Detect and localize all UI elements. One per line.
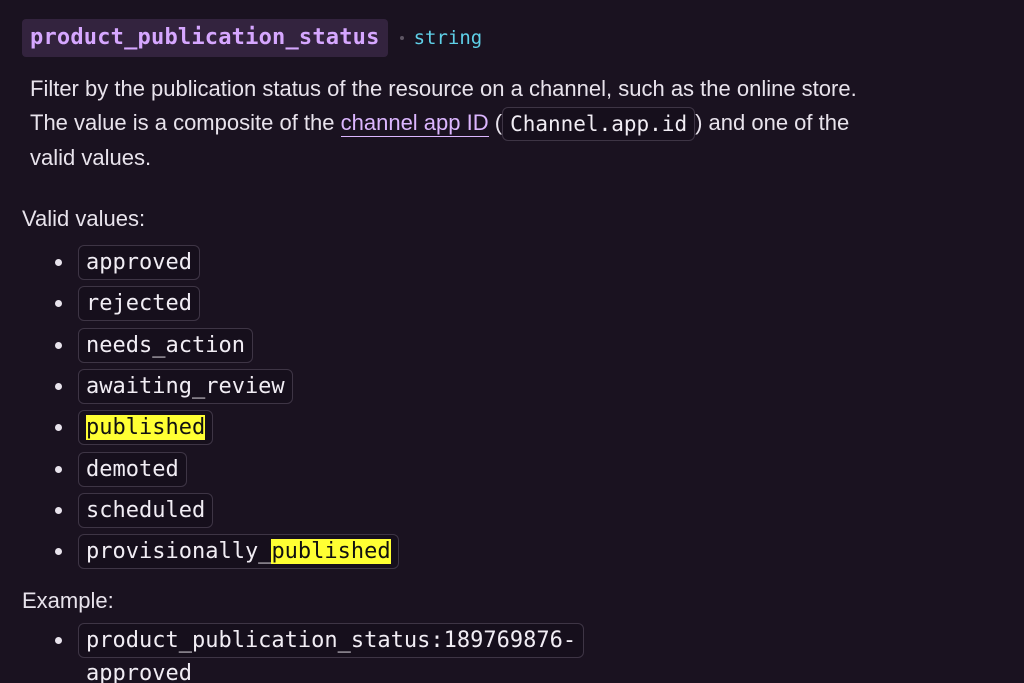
paren-open: (: [488, 110, 503, 135]
separator-dot: [399, 36, 404, 40]
valid-values-label: Valid values:: [22, 206, 146, 231]
value-code: product_publication_status:189769876-app…: [78, 623, 585, 683]
bullet-icon: [55, 259, 62, 267]
bullet-icon: [55, 383, 62, 391]
value-code: rejected: [78, 286, 200, 322]
example-label: Example:: [22, 588, 114, 613]
description-line-3: valid values.: [30, 145, 152, 171]
param-name: product_publication_status: [22, 19, 388, 57]
channel-app-id-link[interactable]: channel app ID: [340, 110, 489, 137]
value-code: needs_action: [78, 327, 253, 363]
value-code: approved: [78, 245, 200, 281]
search-highlight: published: [271, 539, 391, 565]
description-line-2-suffix: and one of the: [702, 110, 850, 135]
bullet-icon: [55, 637, 62, 645]
bullet-icon: [55, 548, 62, 556]
value-code: published: [78, 410, 214, 446]
channel-app-id-code: Channel.app.id: [502, 107, 696, 142]
value-code: demoted: [78, 451, 187, 487]
description-line-1: Filter by the publication status of the …: [30, 76, 857, 101]
param-type: string: [413, 27, 483, 49]
search-highlight: published: [86, 415, 206, 441]
bullet-icon: [55, 465, 62, 473]
description-line-2-prefix: The value is a composite of the: [30, 110, 341, 135]
value-prefix: provisionally_: [86, 539, 272, 565]
param-header: product_publication_status string: [22, 19, 482, 57]
bullet-icon: [55, 506, 62, 514]
value-code: scheduled: [78, 492, 214, 528]
value-code: provisionally_published: [78, 534, 399, 570]
value-code: awaiting_review: [78, 369, 293, 405]
bullet-icon: [55, 424, 62, 432]
param-description: Filter by the publication status of the …: [30, 72, 1015, 175]
bullet-icon: [55, 300, 62, 308]
bullet-icon: [55, 341, 62, 349]
